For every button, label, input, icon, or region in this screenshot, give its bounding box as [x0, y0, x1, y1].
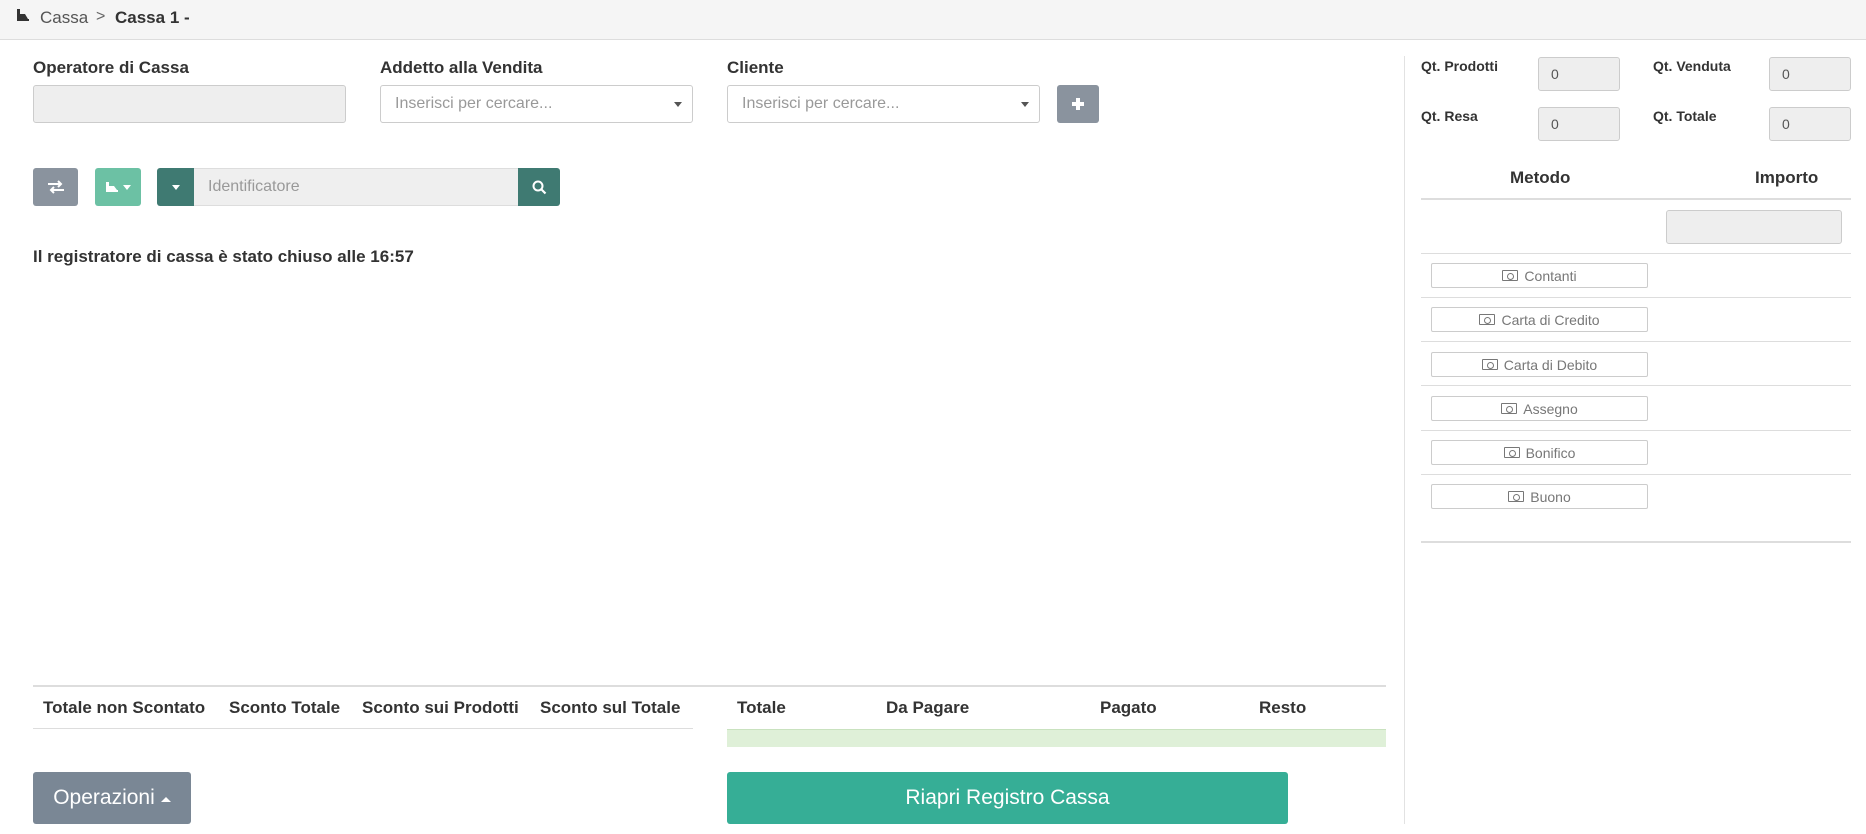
method-transfer-button[interactable]: Bonifico [1431, 440, 1648, 465]
breadcrumb-separator: > [96, 8, 106, 25]
search-button[interactable] [518, 168, 560, 206]
breadcrumb: Cassa > Cassa 1 - [0, 0, 1866, 40]
qt-sold-label: Qt. Venduta [1653, 58, 1731, 74]
qt-returned-field: 0 [1538, 107, 1620, 141]
total-level-discount-header: Sconto sul Totale [540, 698, 681, 717]
caret-down-icon [171, 184, 180, 190]
qt-total-value: 0 [1782, 116, 1790, 132]
payments-row-border [1421, 474, 1851, 475]
customer-placeholder: Inserisci per cercare... [742, 95, 900, 112]
payments-header-border [1421, 198, 1851, 200]
method-cash-label: Contanti [1524, 267, 1577, 284]
qt-returned-value: 0 [1551, 116, 1559, 132]
qt-total-label: Qt. Totale [1653, 108, 1717, 124]
register-dropdown-button[interactable] [95, 168, 141, 206]
operations-button[interactable]: Operazioni [33, 772, 191, 824]
register-icon [106, 182, 118, 192]
paid-header: Pagato [1100, 698, 1157, 717]
qt-total-field: 0 [1769, 107, 1851, 141]
caret-up-icon [160, 796, 171, 802]
chevron-down-icon [1021, 102, 1029, 107]
money-icon [1508, 491, 1525, 502]
operator-field [33, 85, 346, 123]
add-customer-button[interactable] [1057, 85, 1099, 123]
method-voucher-label: Buono [1530, 488, 1571, 505]
sales-label: Addetto alla Vendita [380, 58, 543, 77]
register-closed-message: Il registratore di cassa è stato chiuso … [33, 247, 414, 266]
plus-icon [1072, 98, 1084, 110]
change-header: Resto [1259, 698, 1307, 717]
money-icon [1479, 314, 1496, 325]
identifier-placeholder: Identificatore [208, 178, 300, 195]
amount-header: Importo [1755, 168, 1819, 187]
qt-products-value: 0 [1551, 66, 1559, 82]
identifier-type-button[interactable] [157, 168, 194, 206]
swap-button[interactable] [33, 168, 78, 206]
totals-top-border [33, 685, 1386, 687]
method-transfer-label: Bonifico [1525, 444, 1576, 461]
payments-row-border [1421, 253, 1851, 254]
method-credit-card-button[interactable]: Carta di Credito [1431, 307, 1648, 332]
amount-input[interactable] [1666, 210, 1842, 244]
qt-products-label: Qt. Prodotti [1421, 58, 1498, 74]
customer-label: Cliente [727, 58, 784, 77]
product-discount-header: Sconto sui Prodotti [362, 698, 519, 717]
customer-select[interactable]: Inserisci per cercare... [727, 85, 1040, 123]
operator-label: Operatore di Cassa [33, 58, 189, 77]
totals-left-bottom-border [33, 728, 693, 729]
reopen-register-label: Riapri Registro Cassa [905, 786, 1110, 809]
breadcrumb-root[interactable]: Cassa [40, 8, 88, 28]
caret-down-icon [123, 184, 131, 190]
method-voucher-button[interactable]: Buono [1431, 484, 1648, 509]
breadcrumb-current: Cassa 1 - [115, 8, 190, 27]
money-icon [1503, 447, 1520, 458]
payments-row-border [1421, 297, 1851, 298]
method-debit-card-button[interactable]: Carta di Debito [1431, 352, 1648, 377]
method-check-label: Assegno [1523, 400, 1578, 417]
payments-row-border [1421, 430, 1851, 431]
method-check-button[interactable]: Assegno [1431, 396, 1648, 421]
operations-label: Operazioni [53, 786, 155, 809]
register-icon [17, 9, 29, 21]
money-icon [1502, 270, 1519, 281]
qt-sold-value: 0 [1782, 66, 1790, 82]
method-header: Metodo [1510, 168, 1571, 187]
total-undiscounted-header: Totale non Scontato [43, 698, 206, 717]
total-header: Totale [737, 698, 786, 717]
sales-select[interactable]: Inserisci per cercare... [380, 85, 693, 123]
payments-row-border [1421, 385, 1851, 386]
method-cash-button[interactable]: Contanti [1431, 263, 1648, 288]
search-icon [532, 180, 546, 194]
identifier-input[interactable]: Identificatore [194, 168, 518, 206]
swap-icon [47, 180, 64, 194]
payments-bottom-border [1421, 541, 1851, 543]
qt-returned-label: Qt. Resa [1421, 108, 1478, 124]
qt-products-field: 0 [1538, 57, 1620, 91]
money-icon [1481, 359, 1498, 370]
totals-values-row [727, 729, 1386, 747]
money-icon [1501, 403, 1518, 414]
payments-row-border [1421, 341, 1851, 342]
qt-sold-field: 0 [1769, 57, 1851, 91]
to-pay-header: Da Pagare [886, 698, 970, 717]
method-debit-card-label: Carta di Debito [1503, 356, 1598, 373]
total-discount-header: Sconto Totale [229, 698, 341, 717]
right-panel-divider [1404, 56, 1405, 824]
chevron-down-icon [674, 102, 682, 107]
method-credit-card-label: Carta di Credito [1501, 311, 1600, 328]
reopen-register-button[interactable]: Riapri Registro Cassa [727, 772, 1288, 824]
sales-placeholder: Inserisci per cercare... [395, 95, 553, 112]
